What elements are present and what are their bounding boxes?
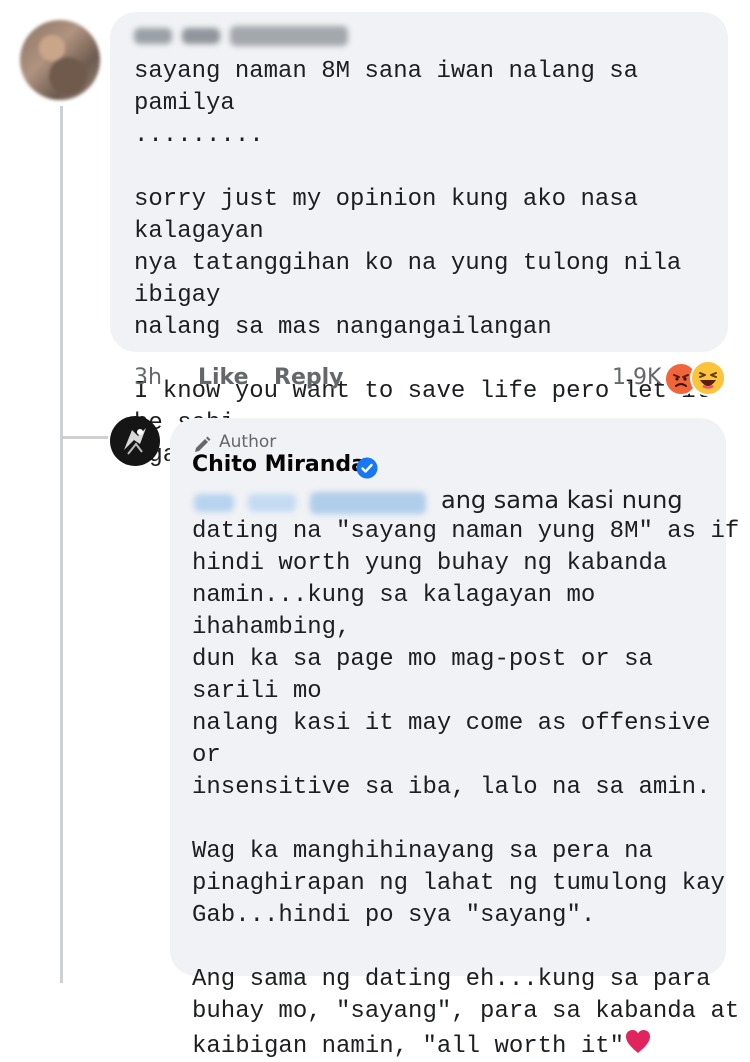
reply-first-line: ang sama kasi nung <box>441 486 683 514</box>
reply-button[interactable]: Reply <box>274 365 344 390</box>
thread-connector <box>60 436 108 439</box>
thread-line <box>60 106 63 983</box>
heart-icon <box>624 1028 652 1062</box>
verified-badge-icon <box>356 457 378 479</box>
like-button[interactable]: Like <box>198 365 249 390</box>
author-name[interactable]: Chito Miranda <box>192 452 366 477</box>
author-badge: Author <box>219 432 277 452</box>
author-avatar[interactable] <box>110 416 160 466</box>
comment-time[interactable]: 3h <box>134 365 162 390</box>
reaction-count[interactable]: 1.9K <box>612 365 661 390</box>
haha-reaction-icon[interactable] <box>690 360 726 396</box>
comment-text: sayang naman 8M sana iwan nalang sa pami… <box>134 58 710 469</box>
commenter-avatar[interactable] <box>20 20 100 100</box>
mentioned-name-blurred[interactable] <box>194 490 434 516</box>
reply-text: dating na "sayang naman yung 8M" as if h… <box>192 516 750 1062</box>
reply-body: dating na "sayang naman yung 8M" as if h… <box>192 518 740 1060</box>
commenter-name-blurred[interactable] <box>134 24 354 48</box>
reply-text-block: dating na "sayang naman yung 8M" as if h… <box>192 516 750 1062</box>
